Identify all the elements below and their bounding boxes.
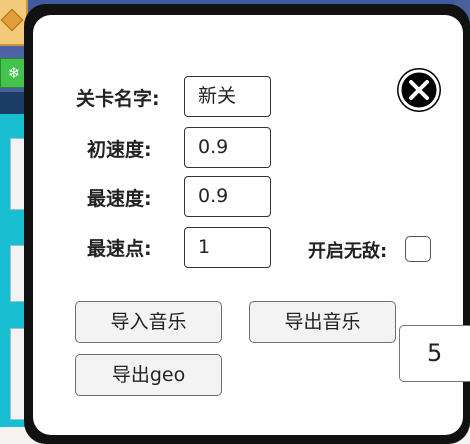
max-speed-point-field[interactable]: 1 xyxy=(184,227,271,268)
level-name-label: 关卡名字: xyxy=(76,88,160,110)
max-speed-label: 最速度: xyxy=(87,188,152,210)
invincible-label: 开启无敌: xyxy=(308,241,388,262)
export-geo-button[interactable]: 导出geo xyxy=(75,354,222,396)
close-icon xyxy=(398,69,440,111)
max-speed-field[interactable]: 0.9 xyxy=(184,176,271,217)
export-music-button[interactable]: 导出音乐 xyxy=(249,301,396,343)
level-name-field[interactable]: 新关 xyxy=(184,76,271,117)
side-number-box[interactable]: 5 xyxy=(399,325,470,382)
snowflake-icon: ❄ xyxy=(7,64,21,82)
import-music-button[interactable]: 导入音乐 xyxy=(75,301,222,343)
close-button[interactable] xyxy=(397,68,441,112)
invincible-checkbox[interactable] xyxy=(405,236,431,262)
initial-speed-label: 初速度: xyxy=(87,139,152,161)
max-speed-point-label: 最速点: xyxy=(87,238,152,260)
initial-speed-field[interactable]: 0.9 xyxy=(184,127,271,168)
gem-icon xyxy=(0,8,24,32)
